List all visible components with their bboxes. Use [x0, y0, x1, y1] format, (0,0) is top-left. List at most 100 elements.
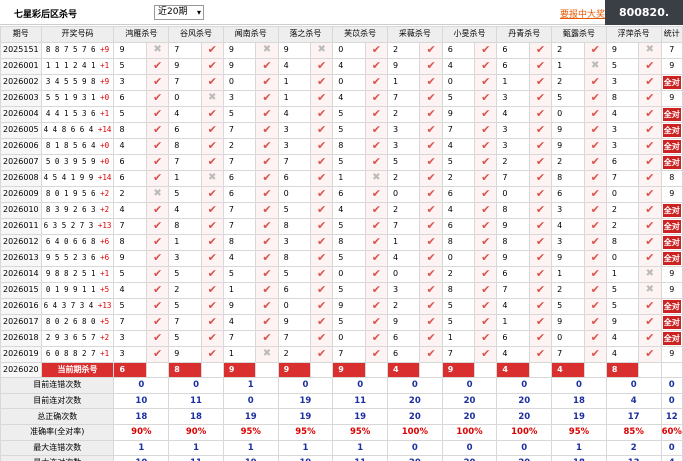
kill-number: 5: [113, 265, 147, 283]
check-icon: ✔: [262, 122, 272, 136]
all-correct-badge: 全对: [662, 107, 681, 121]
hit-mark: ✔: [419, 217, 443, 235]
kill-number: 0: [386, 265, 421, 283]
hit-mark: ✔: [583, 297, 607, 315]
current-row: 2026020 当前期杀号 6 8 9 9 9 4 9 4 4 8: [0, 361, 683, 379]
stat-cell: 全对: [660, 73, 683, 91]
check-icon: ✔: [152, 218, 163, 232]
draw-sum: +9: [100, 45, 110, 55]
kill-number: 7: [277, 153, 312, 171]
table-row: 2026007 5 0 3 9 5 9 +0 6 ✔ 7 ✔ 7 ✔ 7 ✔ 5 ✔ 5 ✔ 5 ✔ 2 ✔ 2 ✔ 6…: [0, 153, 683, 171]
stats-value: 0: [660, 439, 683, 457]
hit-mark: ✔: [638, 201, 662, 219]
stats-value: 100%: [387, 423, 443, 441]
check-icon: ✔: [371, 202, 381, 216]
hit-mark: ✔: [310, 105, 334, 123]
kill-number: 3: [496, 89, 530, 107]
hit-mark: ✔: [528, 217, 553, 235]
stat-cell: 全对: [660, 297, 683, 315]
stats-row: 目前连对次数 10 11 0 19 11 20 20 20 18 4 0: [0, 392, 683, 410]
hit-mark: ✔: [583, 233, 607, 251]
hit-mark: ✔: [528, 73, 553, 91]
check-icon: ✔: [590, 122, 600, 136]
kill-number: 0: [277, 297, 312, 315]
hit-mark: ✔: [419, 313, 443, 331]
stats-value: 19: [277, 392, 334, 410]
check-icon: ✔: [317, 266, 327, 280]
hit-mark: ✔: [528, 265, 553, 283]
kill-number: 4: [113, 281, 147, 299]
promo-link[interactable]: 要报中大奖: [560, 7, 610, 20]
hit-mark: ✔: [583, 217, 607, 235]
period-cell: 2026013: [0, 249, 42, 267]
stats-value: 10: [113, 455, 170, 461]
stats-value: 20: [387, 392, 443, 410]
current-blank: [419, 361, 443, 379]
check-icon: ✔: [481, 234, 491, 248]
check-icon: ✔: [426, 266, 436, 280]
draw-numbers: 6 0 8 8 2 7: [45, 349, 96, 359]
stats-value: 1: [222, 439, 279, 457]
hit-mark: ✔: [255, 313, 279, 331]
check-icon: ✔: [317, 218, 327, 232]
period-cell: 2026005: [0, 121, 42, 139]
check-icon: ✔: [535, 42, 546, 56]
hit-mark: ✔: [528, 185, 553, 203]
period-select[interactable]: 近20期 ▾: [154, 5, 204, 20]
kill-number: 5: [551, 89, 585, 107]
kill-number: 7: [496, 169, 530, 187]
kill-number: 5: [277, 201, 312, 219]
stats-value: 20: [441, 455, 498, 461]
current-kill-number: 9: [441, 361, 476, 379]
hit-mark: ✔: [310, 345, 334, 363]
kill-number: 5: [332, 153, 366, 171]
kill-number: 7: [222, 329, 257, 347]
kill-number: 0: [496, 185, 530, 203]
kill-number: 6: [441, 41, 476, 59]
period-cell: 2026017: [0, 313, 42, 331]
hit-mark: ✔: [310, 121, 334, 139]
check-icon: ✔: [152, 202, 163, 216]
kill-number: 6: [605, 153, 640, 171]
check-icon: ✔: [645, 298, 655, 312]
check-icon: ✔: [371, 42, 381, 56]
check-icon: ✔: [481, 154, 491, 168]
stats-value: 0: [222, 392, 279, 410]
check-icon: ✔: [371, 218, 381, 232]
check-icon: ✔: [481, 122, 491, 136]
draw-sum: +14: [97, 173, 112, 183]
hit-mark: ✔: [255, 217, 279, 235]
check-icon: ✔: [426, 138, 436, 152]
stats-value: 11: [332, 392, 388, 410]
hit-mark: ✔: [310, 89, 334, 107]
check-icon: ✔: [481, 298, 491, 312]
kill-number: 6: [113, 89, 147, 107]
check-icon: ✔: [152, 250, 163, 264]
hit-mark: ✔: [638, 329, 662, 347]
check-icon: ✔: [426, 186, 436, 200]
stats-value: 18: [168, 408, 224, 425]
brand-logo[interactable]: 800820. NET: [605, 0, 683, 44]
draw-sum: +9: [100, 77, 110, 87]
hit-mark: ✔: [310, 329, 334, 347]
check-icon: ✔: [317, 106, 327, 120]
check-icon: ✔: [590, 186, 600, 200]
hit-mark: ✔: [310, 313, 334, 331]
draw-sum: +1: [100, 269, 110, 279]
kill-number: 1: [277, 89, 312, 107]
kill-number: 7: [386, 217, 421, 235]
hit-mark: ✔: [419, 297, 443, 315]
kill-number: 0: [441, 249, 476, 267]
check-icon: ✔: [481, 218, 491, 232]
kill-number: 4: [441, 201, 476, 219]
kill-number: 3: [605, 121, 640, 139]
kill-number: 2: [551, 41, 585, 59]
check-icon: ✔: [262, 58, 272, 72]
check-icon: ✔: [590, 314, 600, 328]
hit-mark: ✔: [419, 137, 443, 155]
check-icon: ✔: [152, 298, 163, 312]
kill-number: 4: [605, 345, 640, 363]
draw-cell: 8 0 2 6 8 0 +5: [40, 313, 115, 331]
kill-number: 1: [332, 169, 366, 187]
kill-number: 0: [551, 105, 585, 123]
